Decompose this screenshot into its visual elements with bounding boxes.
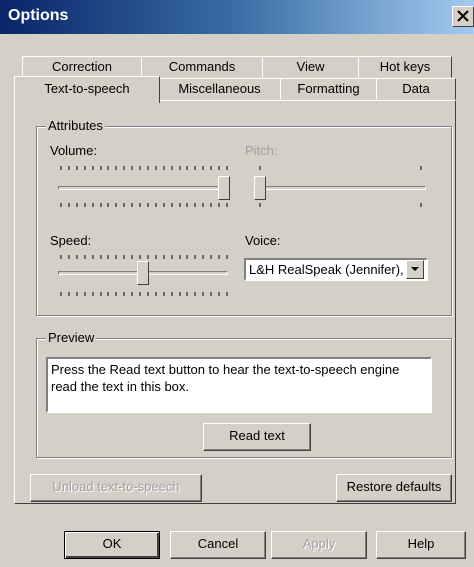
volume-ticks-top xyxy=(60,166,228,170)
voice-dropdown[interactable]: L&H RealSpeak (Jennifer), ... xyxy=(244,258,428,281)
read-text-button[interactable]: Read text xyxy=(203,423,311,451)
close-icon xyxy=(457,10,469,22)
voice-label: Voice: xyxy=(245,233,281,248)
tab-commands[interactable]: Commands xyxy=(141,56,263,78)
pitch-ticks-bottom xyxy=(259,203,422,207)
pitch-track xyxy=(256,186,426,190)
speed-slider-thumb[interactable] xyxy=(137,261,149,285)
pitch-slider-thumb[interactable] xyxy=(254,176,266,200)
attributes-legend: Attributes xyxy=(46,118,105,133)
tab-formatting[interactable]: Formatting xyxy=(280,78,377,100)
cancel-button[interactable]: Cancel xyxy=(170,531,266,559)
voice-dropdown-button[interactable] xyxy=(406,260,424,279)
voice-selected-value: L&H RealSpeak (Jennifer), ... xyxy=(249,262,419,277)
tab-correction[interactable]: Correction xyxy=(22,56,142,78)
volume-track xyxy=(58,186,228,190)
close-button[interactable] xyxy=(452,6,474,27)
attributes-group xyxy=(36,126,452,316)
preview-legend: Preview xyxy=(46,330,97,345)
tab-miscellaneous[interactable]: Miscellaneous xyxy=(158,78,281,100)
unload-tts-button[interactable]: Unload text-to-speech xyxy=(30,474,202,502)
pitch-ticks-top xyxy=(259,166,422,170)
tab-hot-keys[interactable]: Hot keys xyxy=(358,56,452,78)
speed-label: Speed: xyxy=(50,233,92,248)
window-title: Options xyxy=(8,7,69,24)
chevron-down-icon xyxy=(411,267,419,271)
restore-defaults-button[interactable]: Restore defaults xyxy=(336,474,452,502)
apply-button[interactable]: Apply xyxy=(271,531,367,559)
tab-text-to-speech[interactable]: Text-to-speech xyxy=(14,76,160,103)
ok-button[interactable]: OK xyxy=(64,531,160,559)
title-bar xyxy=(0,0,474,34)
help-button[interactable]: Help xyxy=(376,531,466,559)
volume-ticks-bottom xyxy=(60,203,228,207)
pitch-label: Pitch: xyxy=(245,143,278,158)
volume-slider-thumb[interactable] xyxy=(218,176,230,200)
tab-data[interactable]: Data xyxy=(376,78,456,100)
preview-textarea[interactable]: Press the Read text button to hear the t… xyxy=(46,357,432,413)
tab-view[interactable]: View xyxy=(262,56,359,78)
volume-label: Volume: xyxy=(50,143,97,158)
speed-ticks-bottom xyxy=(60,292,228,296)
